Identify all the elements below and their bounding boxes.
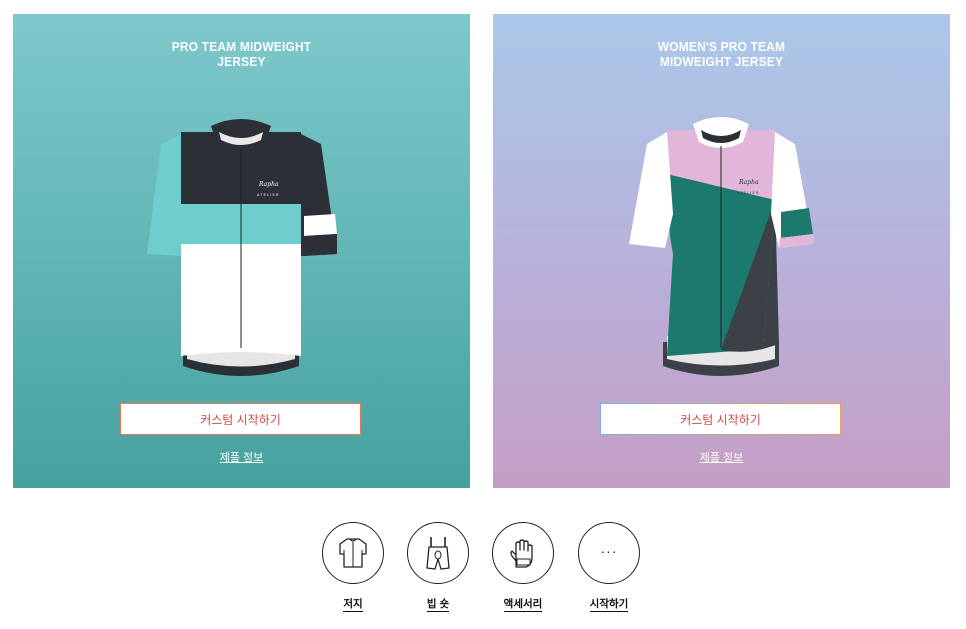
jersey-brand-sub: ATELIER bbox=[257, 193, 280, 197]
category-label[interactable]: 시작하기 bbox=[589, 598, 629, 612]
category-circle[interactable] bbox=[492, 522, 554, 584]
category-accessories[interactable]: 액세서리 bbox=[491, 522, 555, 612]
category-circle[interactable]: ··· bbox=[578, 522, 640, 584]
product-card-womens-pro-team-jersey: WOMEN'S PRO TEAM MIDWEIGHT JERSEY Rapha … bbox=[493, 14, 950, 488]
category-circle[interactable] bbox=[407, 522, 469, 584]
jersey-image: Rapha ATELIER bbox=[629, 117, 814, 376]
bib-shorts-icon bbox=[426, 537, 450, 570]
product-title: PRO TEAM MIDWEIGHT JERSEY bbox=[171, 39, 312, 69]
product-info-link[interactable]: 제품 정보 bbox=[13, 449, 470, 465]
category-circle[interactable] bbox=[322, 522, 384, 584]
product-title: WOMEN'S PRO TEAM MIDWEIGHT JERSEY bbox=[657, 39, 786, 69]
jersey-brand-sub: ATELIER bbox=[737, 191, 760, 195]
category-bib-shorts[interactable]: 빕 숏 bbox=[406, 522, 470, 612]
more-dots-icon: ··· bbox=[600, 543, 618, 559]
product-card-pro-team-jersey: PRO TEAM MIDWEIGHT JERSEY Rapha ATELIER … bbox=[13, 14, 470, 488]
category-label[interactable]: 액세서리 bbox=[503, 598, 543, 612]
start-custom-button[interactable]: 커스텀 시작하기 bbox=[120, 403, 361, 435]
glove-icon bbox=[510, 539, 533, 568]
category-start[interactable]: ··· 시작하기 bbox=[577, 522, 641, 612]
category-jersey[interactable]: 저지 bbox=[321, 522, 385, 612]
jersey-brand-logo: Rapha bbox=[258, 181, 279, 188]
category-nav: 저지 빕 숏 액세서리 ··· 시작하기 bbox=[321, 522, 641, 622]
start-custom-button[interactable]: 커스텀 시작하기 bbox=[600, 403, 841, 435]
category-label[interactable]: 빕 숏 bbox=[426, 598, 450, 612]
category-label[interactable]: 저지 bbox=[343, 598, 363, 612]
jersey-image: Rapha ATELIER bbox=[147, 119, 337, 376]
jersey-icon bbox=[339, 538, 367, 568]
jersey-brand-logo: Rapha bbox=[738, 179, 759, 186]
product-info-link[interactable]: 제품 정보 bbox=[493, 449, 950, 465]
